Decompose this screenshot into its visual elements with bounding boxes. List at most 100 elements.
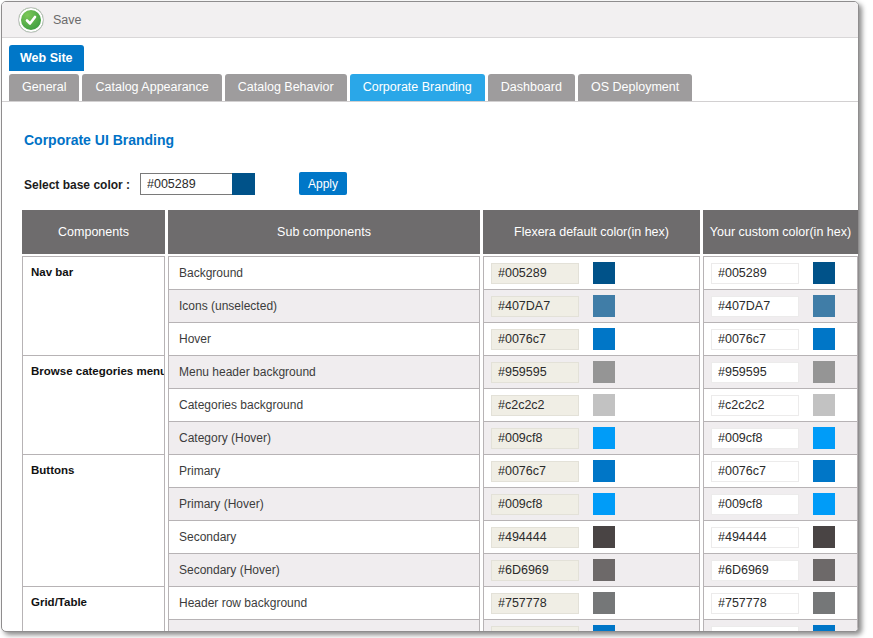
sub-component-label: Category (Hover) [169, 431, 271, 445]
custom-color-cell [703, 388, 858, 422]
save-label: Save [53, 13, 82, 27]
sub-component-cell: Secondary [168, 520, 480, 554]
default-color-cell [483, 421, 700, 455]
tab-strip: GeneralCatalog AppearanceCatalog Behavio… [2, 73, 858, 102]
default-color-swatch[interactable] [593, 592, 615, 614]
custom-color-swatch[interactable] [813, 295, 835, 317]
sub-component-cell: Hover [168, 322, 480, 356]
custom-color-swatch[interactable] [813, 460, 835, 482]
default-hex-input[interactable] [491, 362, 579, 383]
default-color-cell [483, 586, 700, 620]
default-hex-input[interactable] [491, 263, 579, 284]
custom-hex-input[interactable] [711, 362, 799, 383]
custom-color-swatch[interactable] [813, 592, 835, 614]
tab-web-site[interactable]: Web Site [9, 45, 84, 71]
default-hex-input[interactable] [491, 395, 579, 416]
default-color-cell [483, 520, 700, 554]
custom-color-cell [703, 553, 858, 587]
default-color-cell [483, 322, 700, 356]
component-cell: Grid/Table [22, 586, 165, 632]
branding-table: ComponentsNav barBrowse categories menuB… [22, 210, 858, 632]
custom-color-swatch[interactable] [813, 328, 835, 350]
default-color-cell [483, 487, 700, 521]
tab-general[interactable]: General [9, 74, 79, 101]
custom-hex-input[interactable] [711, 527, 799, 548]
custom-hex-input[interactable] [711, 626, 799, 633]
sub-component-label: Categories background [169, 398, 303, 412]
default-color-cell [483, 256, 700, 290]
page-title: Corporate UI Branding [24, 132, 174, 148]
default-color-swatch[interactable] [593, 427, 615, 449]
custom-color-swatch[interactable] [813, 493, 835, 515]
default-hex-input[interactable] [491, 527, 579, 548]
default-color-cell [483, 619, 700, 632]
toolbar: Save [2, 2, 858, 38]
default-hex-input[interactable] [491, 593, 579, 614]
default-color-swatch[interactable] [593, 559, 615, 581]
custom-color-cell [703, 289, 858, 323]
default-color-cell [483, 355, 700, 389]
tab-corporate-branding[interactable]: Corporate Branding [350, 74, 485, 101]
sub-component-label: Primary (Hover) [169, 497, 264, 511]
custom-hex-input[interactable] [711, 560, 799, 581]
custom-hex-input[interactable] [711, 329, 799, 350]
custom-color-swatch[interactable] [813, 625, 835, 632]
default-hex-input[interactable] [491, 626, 579, 633]
component-cell: Browse categories menu [22, 355, 165, 455]
custom-color-swatch[interactable] [813, 559, 835, 581]
custom-color-swatch[interactable] [813, 394, 835, 416]
sub-component-cell: Primary [168, 454, 480, 488]
default-color-swatch[interactable] [593, 361, 615, 383]
base-color-label: Select base color : [24, 178, 130, 192]
default-color-swatch[interactable] [593, 526, 615, 548]
default-color-swatch[interactable] [593, 328, 615, 350]
default-hex-input[interactable] [491, 560, 579, 581]
default-color-swatch[interactable] [593, 394, 615, 416]
base-color-swatch[interactable] [232, 173, 255, 195]
tab-os-deployment[interactable]: OS Deployment [578, 74, 692, 101]
sub-component-cell: Background [168, 256, 480, 290]
save-button[interactable]: Save [18, 7, 82, 33]
sub-component-label: Secondary [169, 530, 236, 544]
custom-hex-input[interactable] [711, 395, 799, 416]
apply-button[interactable]: Apply [299, 172, 347, 195]
tab-dashboard[interactable]: Dashboard [488, 74, 575, 101]
custom-color-cell [703, 586, 858, 620]
default-hex-input[interactable] [491, 494, 579, 515]
sub-component-label: Row alternate background [169, 629, 319, 632]
custom-color-swatch[interactable] [813, 262, 835, 284]
component-cell: Nav bar [22, 256, 165, 356]
default-hex-input[interactable] [491, 329, 579, 350]
column-header: Your custom color(in hex) [703, 210, 858, 254]
base-color-input[interactable] [140, 173, 233, 195]
custom-hex-input[interactable] [711, 428, 799, 449]
tab-catalog-behavior[interactable]: Catalog Behavior [225, 74, 347, 101]
save-check-icon [18, 7, 44, 33]
default-color-swatch[interactable] [593, 493, 615, 515]
default-color-swatch[interactable] [593, 262, 615, 284]
custom-color-swatch[interactable] [813, 427, 835, 449]
custom-hex-input[interactable] [711, 461, 799, 482]
settings-window: Save Web Site GeneralCatalog AppearanceC… [1, 1, 859, 632]
column-header: Flexera default color(in hex) [483, 210, 700, 254]
custom-hex-input[interactable] [711, 263, 799, 284]
tab-catalog-appearance[interactable]: Catalog Appearance [82, 74, 221, 101]
default-hex-input[interactable] [491, 296, 579, 317]
default-hex-input[interactable] [491, 428, 579, 449]
sub-component-cell: Categories background [168, 388, 480, 422]
custom-hex-input[interactable] [711, 494, 799, 515]
custom-color-cell [703, 355, 858, 389]
sub-component-label: Secondary (Hover) [169, 563, 280, 577]
default-color-swatch[interactable] [593, 295, 615, 317]
sub-component-label: Background [169, 266, 243, 280]
sub-component-label: Primary [169, 464, 220, 478]
default-color-swatch[interactable] [593, 460, 615, 482]
sub-component-label: Header row background [169, 596, 307, 610]
custom-color-cell [703, 421, 858, 455]
custom-color-swatch[interactable] [813, 526, 835, 548]
custom-hex-input[interactable] [711, 593, 799, 614]
custom-hex-input[interactable] [711, 296, 799, 317]
default-color-swatch[interactable] [593, 625, 615, 632]
default-hex-input[interactable] [491, 461, 579, 482]
custom-color-swatch[interactable] [813, 361, 835, 383]
